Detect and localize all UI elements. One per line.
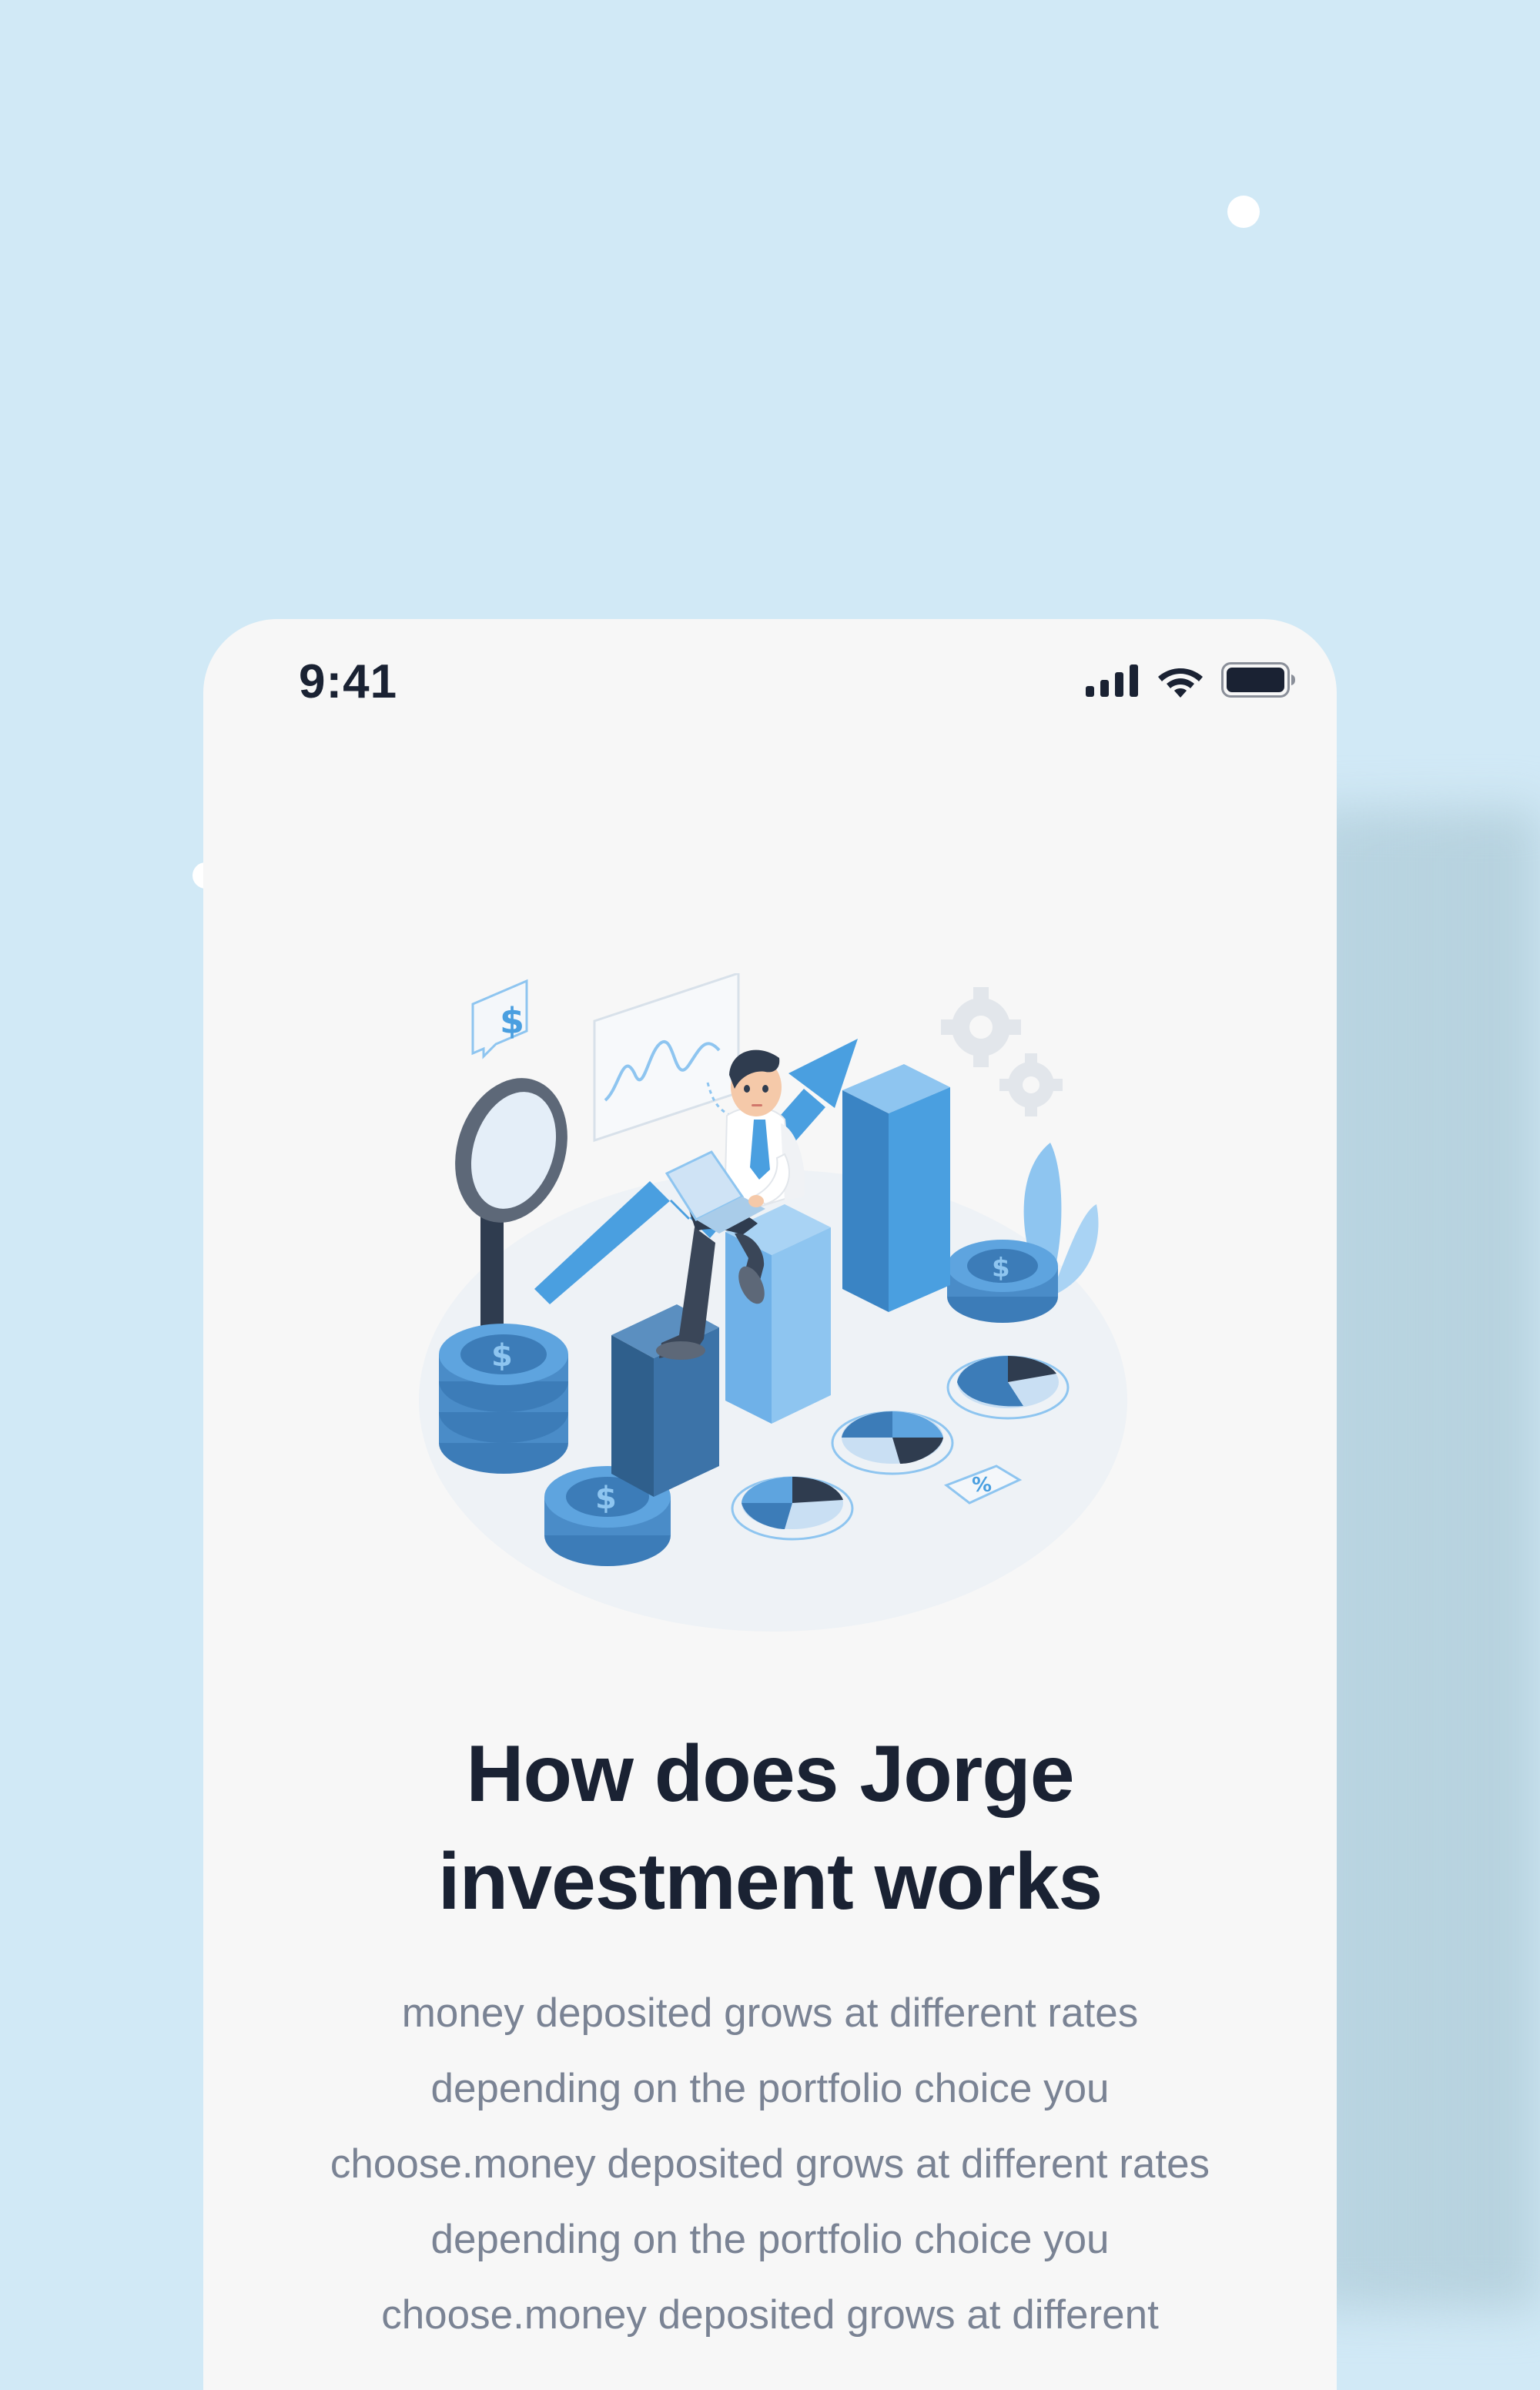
coin-stack-icon: $	[947, 1240, 1058, 1323]
svg-text:$: $	[500, 1000, 524, 1042]
dollar-tag-icon: $	[471, 979, 528, 1059]
cellular-signal-icon	[1086, 663, 1140, 701]
coin-stack-icon: $	[439, 1324, 568, 1474]
status-bar: 9:41	[203, 619, 1337, 742]
page-title-line: investment works	[437, 1837, 1103, 1926]
page-title: How does Jorge investment works	[203, 1720, 1337, 1936]
svg-text:%: %	[972, 1474, 992, 1497]
gear-icon	[941, 987, 1063, 1116]
description-text: money deposited grows at different rates…	[330, 1990, 1210, 2338]
status-time: 9:41	[299, 655, 398, 708]
investment-growth-illustration: $ $ $ $ %	[403, 971, 1143, 1651]
wifi-icon	[1157, 662, 1204, 701]
svg-text:$: $	[595, 1481, 617, 1516]
phone-screen: 9:41 $ $ $ $ % How does Jorge investment…	[203, 619, 1337, 2390]
decorative-dot	[1227, 196, 1260, 228]
page-title-line: How does Jorge	[466, 1729, 1074, 1819]
svg-text:$: $	[992, 1253, 1010, 1284]
chart-board-icon	[593, 971, 740, 1143]
status-icons	[1086, 662, 1297, 701]
svg-text:$: $	[491, 1338, 513, 1374]
page: { "status_bar": { "time": "9:41", "icons…	[0, 0, 1540, 2390]
battery-icon	[1221, 662, 1297, 701]
